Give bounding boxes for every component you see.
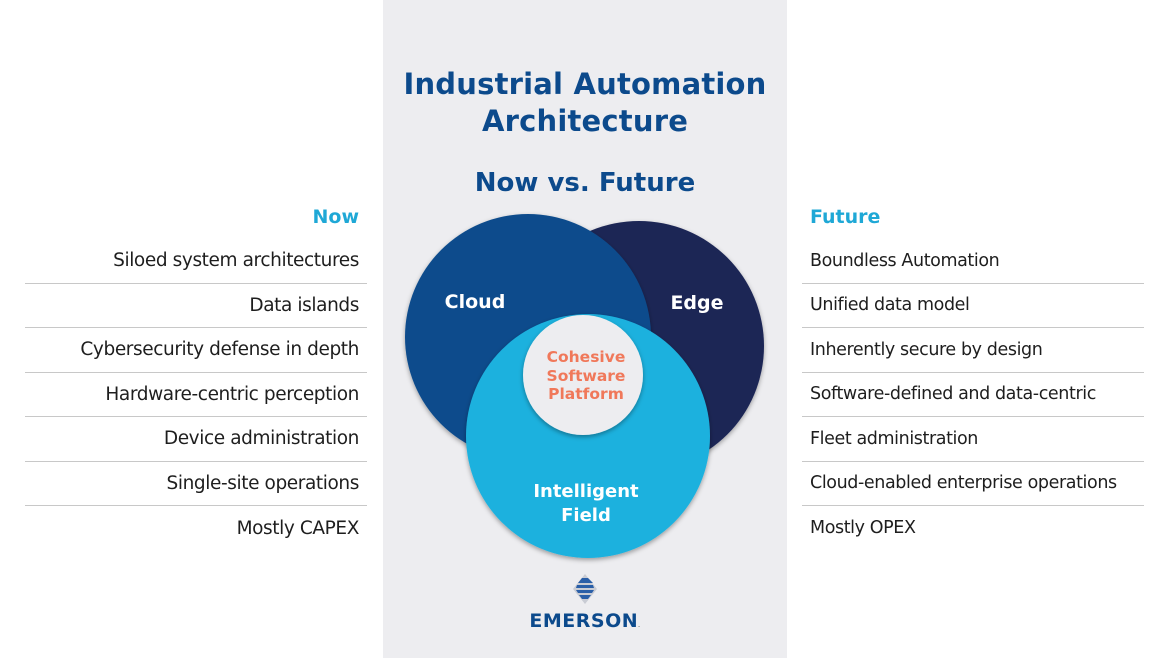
emerson-logo: EMERSON.	[383, 574, 787, 632]
venn-center-line-1: Cohesive	[547, 348, 626, 366]
future-item: Mostly OPEX	[810, 518, 916, 539]
now-item: Hardware-centric perception	[25, 373, 367, 417]
emerson-wordmark-text: EMERSON	[529, 610, 639, 632]
now-item: Single-site operations	[25, 462, 367, 506]
venn-label-cloud: Cloud	[445, 291, 506, 313]
future-list: Boundless Automation Unified data model …	[802, 239, 1144, 551]
venn-diagram: Cloud Edge Intelligent Field Cohesive So…	[405, 214, 764, 558]
now-item: Device administration	[25, 417, 367, 462]
emerson-wordmark: EMERSON.	[383, 610, 787, 632]
now-item: Siloed system architectures	[25, 239, 367, 284]
now-item: Mostly CAPEX	[236, 517, 360, 539]
trademark: .	[638, 623, 641, 629]
emerson-logo-icon	[573, 574, 597, 604]
venn-center-line-2: Software	[547, 367, 626, 385]
future-item: Software-defined and data-centric	[802, 373, 1144, 417]
future-item: Inherently secure by design	[802, 328, 1144, 373]
future-item: Unified data model	[802, 284, 1144, 328]
future-item: Fleet administration	[802, 417, 1144, 462]
venn-center-line-3: Platform	[548, 385, 624, 403]
venn-label-field-1: Intelligent	[533, 481, 639, 502]
future-heading: Future	[810, 206, 881, 228]
now-list: Siloed system architectures Data islands…	[25, 239, 367, 551]
future-item: Boundless Automation	[802, 239, 1144, 284]
now-heading: Now	[312, 206, 359, 228]
now-item: Cybersecurity defense in depth	[25, 328, 367, 373]
now-item: Data islands	[25, 284, 367, 328]
venn-label-field-2: Field	[561, 505, 611, 526]
future-item: Cloud-enabled enterprise operations	[802, 462, 1144, 506]
venn-label-edge: Edge	[670, 292, 723, 314]
